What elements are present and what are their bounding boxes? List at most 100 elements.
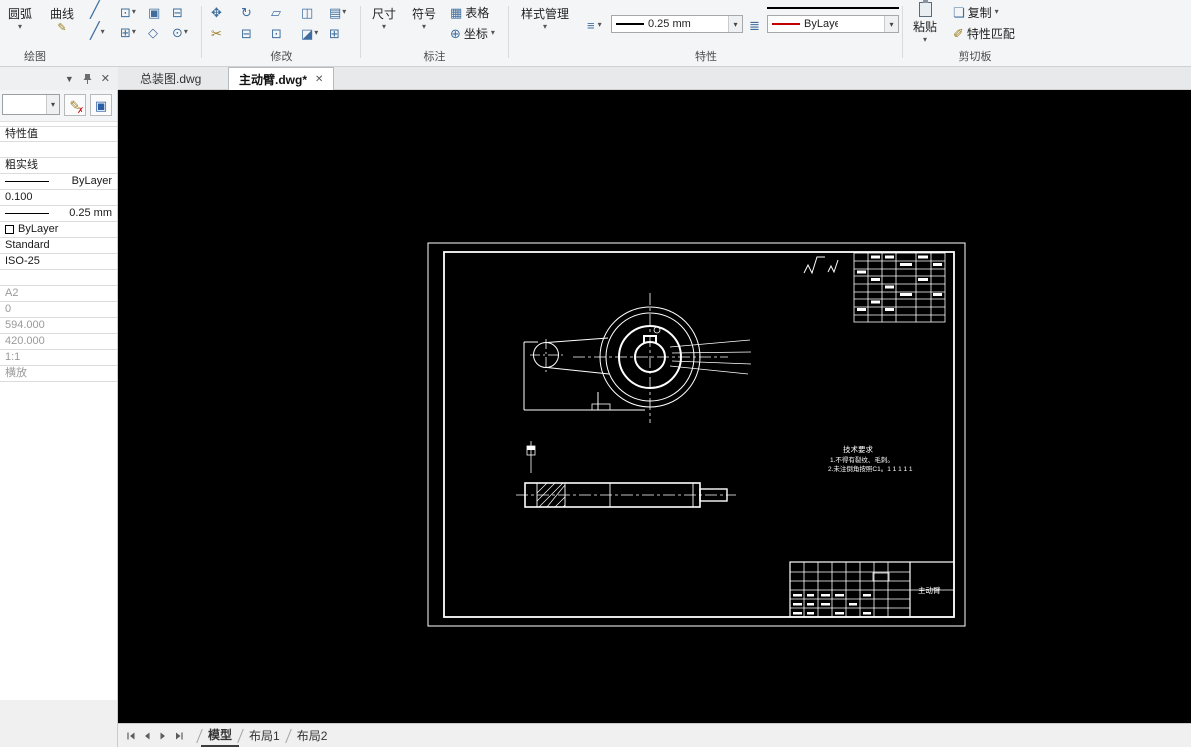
curve-button[interactable]: 曲线 ✎: [50, 5, 74, 34]
paper-size-row: A2: [0, 286, 117, 302]
lineweight-value: 0.25 mm: [648, 18, 691, 30]
scale-icon[interactable]: ⊡: [271, 24, 282, 42]
fillet-icon[interactable]: ◪ ▾: [301, 24, 318, 42]
select-objects-button[interactable]: ▣: [90, 94, 112, 116]
color-select[interactable]: ByLayer ▾: [767, 15, 899, 33]
red-x-icon: ✗: [77, 106, 84, 115]
ribbon-separator: [201, 6, 202, 58]
paste-button-label: 粘贴: [913, 20, 938, 34]
annotate-group-label: 标注: [423, 51, 446, 63]
lineweight-value: 0.25 mm: [69, 207, 112, 219]
hatch-icon[interactable]: ⊟: [172, 3, 183, 21]
linetype-row[interactable]: 粗实线: [0, 158, 117, 174]
orientation-row: 横放: [0, 366, 117, 382]
chevron-down-icon: ▾: [923, 35, 928, 44]
quick-select-button[interactable]: ✎ ✗: [64, 94, 86, 116]
line-icon[interactable]: ╱: [90, 2, 100, 20]
array-icon[interactable]: ▤ ▾: [329, 3, 346, 21]
nav-last-button[interactable]: [174, 731, 184, 741]
linetype-icon[interactable]: ≣: [749, 16, 760, 34]
nav-first-button[interactable]: [126, 731, 136, 741]
trim-icon[interactable]: ✂: [211, 24, 222, 42]
grid-icon[interactable]: ⊞ ▾: [120, 23, 136, 41]
tab-layout1[interactable]: 布局1: [242, 725, 287, 746]
layer-list-button[interactable]: ≡ ▾: [587, 16, 602, 34]
rotate-icon[interactable]: ↻: [241, 3, 252, 21]
erase-icon[interactable]: ⊟: [241, 24, 252, 42]
style-manager-button[interactable]: 样式管理 ▾: [521, 5, 569, 31]
stretch-icon[interactable]: ▱: [271, 3, 281, 21]
color-sample: [772, 23, 800, 25]
ribbon-separator: [360, 6, 361, 58]
circle-icon[interactable]: ⊙ ▾: [172, 23, 188, 41]
lineweight-sample: [616, 23, 644, 25]
tech-requirements-title: 技术要求: [843, 444, 873, 454]
color-value: ByLayer: [18, 223, 59, 235]
polyline-icon[interactable]: ╱ ▾: [90, 23, 105, 41]
dimension-button[interactable]: 尺寸 ▾: [372, 5, 396, 31]
symbol-button[interactable]: 符号 ▾: [412, 5, 436, 31]
clipboard-icon: [918, 0, 932, 17]
sheet-frame: [427, 242, 966, 627]
ribbon-group-properties: 样式管理 ▾ ≡ ▾ 0.25 mm ▾ ≣ ByLayer ▾ 特性: [511, 0, 901, 66]
document-tab-bar: ▼ ✕ 总装图.dwg 主动臂.dwg* ✕: [0, 67, 1191, 90]
match-properties-icon: ✐: [953, 25, 964, 41]
linetype-layer-row[interactable]: ByLayer: [0, 174, 117, 190]
mirror-icon[interactable]: ◫: [301, 3, 313, 21]
coordinate-button[interactable]: ⊕ 坐标 ▾: [450, 24, 495, 42]
rectangle-icon[interactable]: ⊡ ▾: [120, 3, 136, 21]
table-button[interactable]: ▦ 表格: [450, 3, 489, 21]
side-lug-view: [523, 337, 645, 411]
object-type-select[interactable]: ▾: [2, 94, 60, 115]
arc-button[interactable]: 圆弧 ▾: [8, 5, 32, 31]
doc-tab-active-arm-label: 主动臂.dwg*: [239, 72, 307, 87]
region-icon[interactable]: ▣: [148, 3, 160, 21]
dim-style-row[interactable]: ISO-25: [0, 254, 117, 270]
panel-close-button[interactable]: ✕: [101, 72, 110, 85]
color-row[interactable]: ByLayer: [0, 222, 117, 238]
properties-group-label: 特性: [695, 51, 717, 63]
nav-prev-button[interactable]: [142, 731, 152, 741]
properties-grid-header: 特性值: [0, 126, 117, 142]
curve-button-label: 曲线: [50, 7, 75, 21]
polygon-icon[interactable]: ◇: [148, 23, 158, 41]
parts-table-text-blobs: [857, 255, 942, 311]
lineweight-select[interactable]: 0.25 mm ▾: [611, 15, 743, 33]
select-objects-icon: ▣: [94, 97, 108, 113]
tab-close-icon[interactable]: ✕: [315, 74, 323, 85]
tab-model[interactable]: 模型: [201, 724, 240, 747]
nav-next-button[interactable]: [158, 731, 168, 741]
pin-icon[interactable]: [83, 73, 92, 85]
explode-icon[interactable]: ⊞: [329, 24, 340, 42]
paper-height-row: 420.000: [0, 334, 117, 350]
linetype-layer-value: ByLayer: [71, 175, 112, 187]
tab-layout2[interactable]: 布局2: [290, 725, 335, 746]
section-view: [516, 441, 736, 508]
doc-tab-active-arm[interactable]: 主动臂.dwg* ✕: [228, 67, 335, 90]
ribbon-group-clipboard: 粘贴 ▾ ❏ 复制 ▾ ✐ 特性匹配 剪切板: [905, 0, 1045, 66]
chevron-down-icon: ▾: [342, 7, 347, 16]
text-style-row[interactable]: Standard: [0, 238, 117, 254]
match-properties-button[interactable]: ✐ 特性匹配: [953, 24, 1015, 42]
parts-table: [853, 252, 946, 323]
properties-panel-body: ▾ ✎ ✗ ▣ 特性值 粗实线 ByLayer 0.100 0.25 mm By…: [0, 90, 117, 700]
chevron-down-icon: ▾: [884, 16, 898, 32]
paste-button[interactable]: 粘贴 ▾: [913, 0, 938, 44]
ribbon-group-annotate: 尺寸 ▾ 符号 ▾ ▦ 表格 ⊕ 坐标 ▾ 标注: [362, 0, 507, 66]
chevron-down-icon: ▾: [728, 16, 742, 32]
copy-button[interactable]: ❏ 复制 ▾: [953, 3, 999, 21]
chevron-down-icon: ▾: [994, 7, 999, 16]
chevron-down-icon: ▾: [100, 27, 105, 36]
lineweight-row[interactable]: 0.25 mm: [0, 206, 117, 222]
table-icon: ▦: [450, 4, 463, 20]
chevron-down-icon: ▾: [314, 28, 319, 37]
doc-tab-assembly[interactable]: 总装图.dwg: [130, 67, 211, 90]
coordinate-icon: ⊕: [450, 25, 461, 41]
chevron-down-icon: ▾: [131, 7, 136, 16]
modify-group-label: 修改: [270, 51, 293, 63]
model-space-canvas[interactable]: 技术要求 1.不得有裂纹、毛刺。 2.未注倒角按照C1。1 1 1 1 1 主动…: [118, 90, 1191, 723]
plot-lineweight-row[interactable]: 0.100: [0, 190, 117, 206]
move-icon[interactable]: ✥: [211, 3, 222, 21]
panel-collapse-button[interactable]: ▼: [65, 74, 74, 84]
roughness-symbols: [803, 256, 839, 275]
